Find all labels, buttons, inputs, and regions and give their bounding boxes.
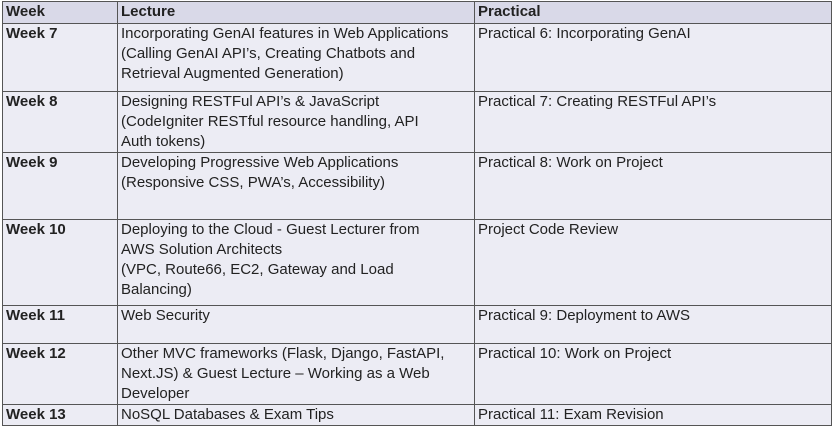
lecture-line: NoSQL Databases & Exam Tips <box>121 406 334 423</box>
practical-cell: Practical 6: Incorporating GenAI <box>474 23 832 92</box>
lecture-cell: NoSQL Databases & Exam Tips <box>117 404 475 426</box>
lecture-line: Next.JS) & Guest Lecture – Working as a … <box>121 365 430 382</box>
header-lecture: Lecture <box>117 1 475 24</box>
lecture-cell: Other MVC frameworks (Flask, Django, Fas… <box>117 343 475 405</box>
lecture-line: Auth tokens) <box>121 133 206 150</box>
lecture-line: Deploying to the Cloud - Guest Lecturer … <box>121 221 420 238</box>
week-cell: Week 13 <box>2 404 118 426</box>
practical-cell: Practical 8: Work on Project <box>474 152 832 220</box>
table-row: Week 10 Deploying to the Cloud - Guest L… <box>2 219 832 306</box>
practical-cell: Practical 9: Deployment to AWS <box>474 305 832 344</box>
practical-cell: Project Code Review <box>474 219 832 306</box>
table-row: Week 7 Incorporating GenAI features in W… <box>2 23 832 92</box>
lecture-cell: Developing Progressive Web Applications … <box>117 152 475 220</box>
lecture-line: Web Security <box>121 307 210 324</box>
header-row: Week Lecture Practical <box>2 1 832 24</box>
practical-cell: Practical 7: Creating RESTFul API’s <box>474 91 832 153</box>
lecture-line: (VPC, Route66, EC2, Gateway and Load <box>121 261 394 278</box>
week-cell: Week 9 <box>2 152 118 220</box>
lecture-cell: Web Security <box>117 305 475 344</box>
lecture-cell: Designing RESTFul API’s & JavaScript (Co… <box>117 91 475 153</box>
week-cell: Week 10 <box>2 219 118 306</box>
lecture-line: (Responsive CSS, PWA’s, Accessibility) <box>121 174 385 191</box>
week-cell: Week 11 <box>2 305 118 344</box>
header-week: Week <box>2 1 118 24</box>
lecture-line: (CodeIgniter RESTful resource handling, … <box>121 113 419 130</box>
lecture-line: Retrieval Augmented Generation) <box>121 65 344 82</box>
table-row: Week 12 Other MVC frameworks (Flask, Dja… <box>2 343 832 405</box>
table-row: Week 11 Web Security Practical 9: Deploy… <box>2 305 832 344</box>
lecture-line: Developer <box>121 385 190 402</box>
lecture-line: Other MVC frameworks (Flask, Django, Fas… <box>121 345 445 362</box>
week-cell: Week 7 <box>2 23 118 92</box>
lecture-line: (Calling GenAI API’s, Creating Chatbots … <box>121 45 416 62</box>
table-body: Week 7 Incorporating GenAI features in W… <box>2 23 832 426</box>
table-row: Week 8 Designing RESTFul API’s & JavaScr… <box>2 91 832 153</box>
lecture-line: Developing Progressive Web Applications <box>121 154 399 171</box>
week-cell: Week 8 <box>2 91 118 153</box>
practical-cell: Practical 11: Exam Revision <box>474 404 832 426</box>
week-cell: Week 12 <box>2 343 118 405</box>
lecture-cell: Deploying to the Cloud - Guest Lecturer … <box>117 219 475 306</box>
lecture-line: Designing RESTFul API’s & JavaScript <box>121 93 380 110</box>
lecture-cell: Incorporating GenAI features in Web Appl… <box>117 23 475 92</box>
lecture-line: Balancing) <box>121 281 192 298</box>
header-practical: Practical <box>474 1 832 24</box>
table-row: Week 9 Developing Progressive Web Applic… <box>2 152 832 220</box>
lecture-line: Incorporating GenAI features in Web Appl… <box>121 25 449 42</box>
table-header: Week Lecture Practical <box>2 1 832 24</box>
table-row: Week 13 NoSQL Databases & Exam Tips Prac… <box>2 404 832 426</box>
schedule-table: Week Lecture Practical Week 7 Incorporat… <box>2 1 832 426</box>
lecture-line: AWS Solution Architects <box>121 241 283 258</box>
practical-cell: Practical 10: Work on Project <box>474 343 832 405</box>
